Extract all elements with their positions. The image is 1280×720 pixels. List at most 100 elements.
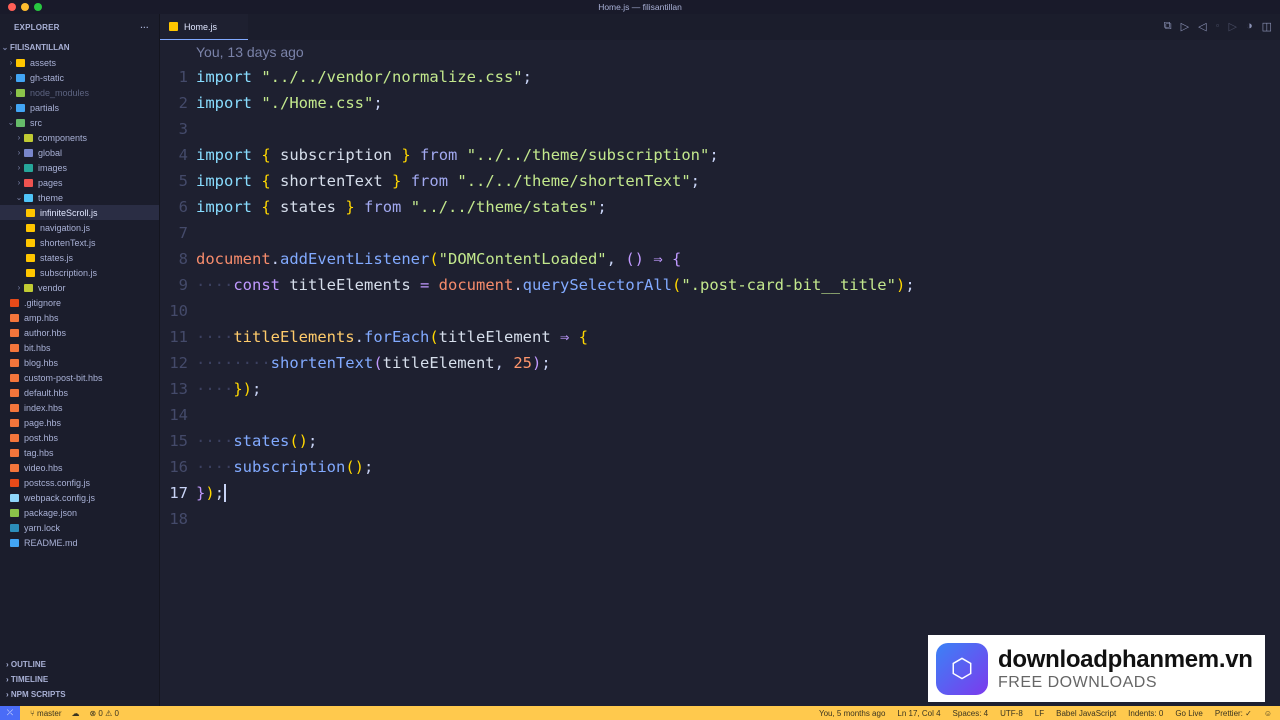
- code-token: from: [420, 146, 458, 164]
- tree-item-label: gh-static: [30, 72, 65, 83]
- status-item[interactable]: Ln 17, Col 4: [897, 709, 940, 718]
- code-line[interactable]: 3: [160, 116, 915, 142]
- toggle-blame-icon[interactable]: ◑: [1246, 20, 1253, 33]
- tree-item[interactable]: post.hbs: [0, 430, 159, 445]
- line-number: 3: [178, 120, 188, 138]
- status-item[interactable]: LF: [1035, 709, 1044, 718]
- code-line[interactable]: 9 ···· const titleElements = document. quer…: [160, 272, 915, 298]
- code-line[interactable]: 11 ···· titleElements. forEach(titleElement…: [160, 324, 915, 350]
- git-commit-icon[interactable]: ◦: [1216, 20, 1220, 33]
- code-line[interactable]: 2 import "./Home.css";: [160, 90, 915, 116]
- status-item[interactable]: UTF-8: [1000, 709, 1023, 718]
- code-line[interactable]: 5 import { shortenText } from "../../them…: [160, 168, 915, 194]
- tree-item[interactable]: package.json: [0, 505, 159, 520]
- tree-item[interactable]: .gitignore: [0, 295, 159, 310]
- tree-item[interactable]: yarn.lock: [0, 520, 159, 535]
- code-line[interactable]: 4 import { subscription } from "../../the…: [160, 142, 915, 168]
- tree-item[interactable]: amp.hbs: [0, 310, 159, 325]
- tree-item[interactable]: default.hbs: [0, 385, 159, 400]
- tree-item[interactable]: › node_modules: [0, 85, 159, 100]
- tree-item[interactable]: › components: [0, 130, 159, 145]
- tree-item[interactable]: › images: [0, 160, 159, 175]
- tree-item[interactable]: tag.hbs: [0, 445, 159, 460]
- line-number: 1: [178, 68, 188, 86]
- maximize-window-button[interactable]: [34, 3, 42, 11]
- section-timeline[interactable]: › TIMELINE: [0, 675, 160, 684]
- more-actions-button[interactable]: ···: [140, 23, 149, 32]
- tree-item[interactable]: README.md: [0, 535, 159, 550]
- chevron-right-icon: ›: [17, 178, 21, 187]
- code-line[interactable]: 7: [160, 220, 915, 246]
- tree-item[interactable]: shortenText.js: [0, 235, 159, 250]
- status-item[interactable]: Indents: 0: [1128, 709, 1163, 718]
- code-line[interactable]: 10: [160, 298, 915, 324]
- status-item[interactable]: Spaces: 4: [953, 709, 989, 718]
- previous-change-icon[interactable]: ◁: [1198, 20, 1206, 33]
- tree-item[interactable]: postcss.config.js: [0, 475, 159, 490]
- tree-item-label: components: [38, 132, 88, 143]
- code-token: {: [261, 198, 271, 216]
- tree-item-label: blog.hbs: [24, 357, 59, 368]
- remote-icon[interactable]: ⤫: [0, 706, 20, 720]
- code-line[interactable]: 6 import { states } from "../../theme/sta…: [160, 194, 915, 220]
- tab-home-js[interactable]: Home.js: [160, 14, 248, 40]
- status-item[interactable]: Prettier: ✓: [1215, 709, 1252, 718]
- code-token: {: [672, 250, 682, 268]
- tree-item[interactable]: bit.hbs: [0, 340, 159, 355]
- tree-item[interactable]: navigation.js: [0, 220, 159, 235]
- tree-item[interactable]: ⌄ theme: [0, 190, 159, 205]
- tree-item[interactable]: › global: [0, 145, 159, 160]
- code-line[interactable]: 8 document. addEventListener("DOMContentLo…: [160, 246, 915, 272]
- code-token: ;: [597, 198, 607, 216]
- next-change-icon[interactable]: ▷: [1228, 20, 1236, 33]
- status-item[interactable]: Go Live: [1175, 709, 1203, 718]
- tree-item[interactable]: ⌄ src: [0, 115, 159, 130]
- tree-item[interactable]: › partials: [0, 100, 159, 115]
- run-icon[interactable]: ▷: [1181, 20, 1189, 33]
- tree-item[interactable]: author.hbs: [0, 325, 159, 340]
- tree-item[interactable]: page.hbs: [0, 415, 159, 430]
- minimize-window-button[interactable]: [21, 3, 29, 11]
- code-token: subscription: [233, 458, 346, 476]
- code-line[interactable]: 17});: [160, 480, 915, 506]
- tree-item[interactable]: subscription.js: [0, 265, 159, 280]
- code-line[interactable]: 13 ····});: [160, 376, 915, 402]
- sync-icon[interactable]: ☁: [71, 709, 79, 718]
- tree-item[interactable]: › gh-static: [0, 70, 159, 85]
- tree-item[interactable]: webpack.config.js: [0, 490, 159, 505]
- tree-item[interactable]: custom-post-bit.hbs: [0, 370, 159, 385]
- close-window-button[interactable]: [8, 3, 16, 11]
- section-npm-scripts[interactable]: › NPM SCRIPTS: [0, 690, 160, 699]
- section-outline[interactable]: › OUTLINE: [0, 660, 160, 669]
- code-line[interactable]: 18: [160, 506, 915, 532]
- code-line[interactable]: 15 ···· states();: [160, 428, 915, 454]
- code-line[interactable]: 16 ···· subscription();: [160, 454, 915, 480]
- code-line[interactable]: 12 ········ shortenText(titleElement, 25);: [160, 350, 915, 376]
- tree-item[interactable]: › pages: [0, 175, 159, 190]
- compare-changes-icon[interactable]: ⧉: [1164, 20, 1172, 33]
- status-item[interactable]: Babel JavaScript: [1056, 709, 1116, 718]
- code-token: ········: [196, 354, 271, 372]
- tree-item[interactable]: › assets: [0, 55, 159, 70]
- split-editor-icon[interactable]: ◫: [1262, 20, 1272, 33]
- feedback-icon[interactable]: ☺: [1264, 709, 1272, 718]
- tree-item[interactable]: infiniteScroll.js: [0, 205, 159, 220]
- tree-item[interactable]: video.hbs: [0, 460, 159, 475]
- tree-item-label: tag.hbs: [24, 447, 54, 458]
- status-item[interactable]: You, 5 months ago: [819, 709, 885, 718]
- code-lines[interactable]: 1 import "../../vendor/normalize.css"; 2 im…: [160, 64, 915, 532]
- tree-item[interactable]: states.js: [0, 250, 159, 265]
- tree-root[interactable]: ⌄ FILISANTILLAN: [0, 40, 159, 55]
- branch-indicator[interactable]: ⑂ master: [30, 709, 61, 718]
- tree-item[interactable]: blog.hbs: [0, 355, 159, 370]
- problems-indicator[interactable]: ⊗ 0 ⚠ 0: [89, 709, 118, 718]
- code-editor[interactable]: You, 13 days ago 1 import "../../vendor/n…: [160, 40, 1280, 706]
- folder-icon: [24, 178, 33, 187]
- code-line[interactable]: 1 import "../../vendor/normalize.css";: [160, 64, 915, 90]
- line-number: 6: [178, 198, 188, 216]
- tree-item-label: bit.hbs: [24, 342, 51, 353]
- code-line[interactable]: 14: [160, 402, 915, 428]
- tree-item[interactable]: index.hbs: [0, 400, 159, 415]
- tree-item[interactable]: › vendor: [0, 280, 159, 295]
